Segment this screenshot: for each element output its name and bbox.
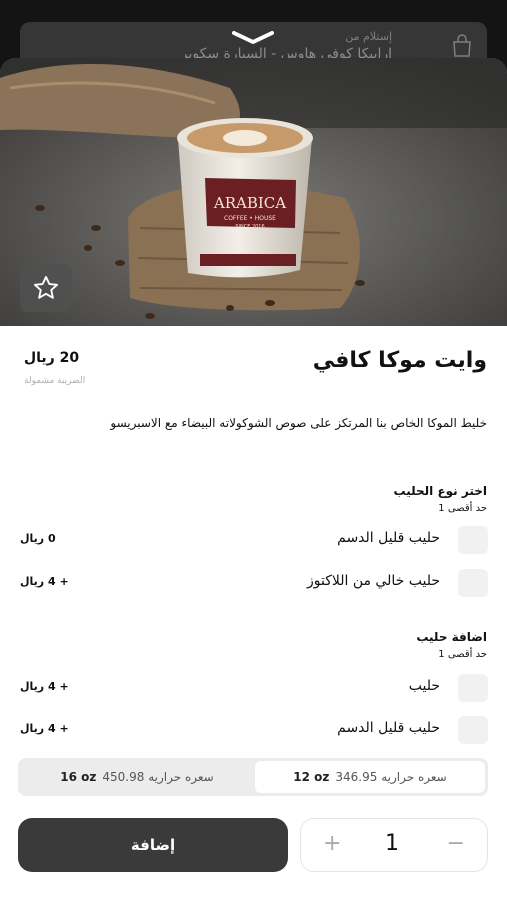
checkbox[interactable] xyxy=(458,716,488,744)
option-price: 0 ريال xyxy=(20,532,56,545)
tax-note: الضريبة مشمولة xyxy=(24,376,86,386)
product-sheet: ARABICA COFFEE • HOUSE SINCE 2016 وايت م… xyxy=(0,58,507,900)
add-milk-title: اضافة حليب xyxy=(416,630,487,644)
milk-type-limit: حد أقصى 1 xyxy=(438,503,487,514)
option-price: + 4 ريال xyxy=(20,680,69,693)
option-label: حليب قليل الدسم xyxy=(337,530,440,546)
checkbox[interactable] xyxy=(458,569,488,597)
option-price: + 4 ريال xyxy=(20,722,69,735)
coffee-photo: ARABICA COFFEE • HOUSE SINCE 2016 xyxy=(0,58,507,326)
minus-button[interactable]: − xyxy=(447,831,465,856)
product-image: ARABICA COFFEE • HOUSE SINCE 2016 xyxy=(0,58,507,326)
pickup-label: إستلام من xyxy=(345,30,392,43)
quantity-value: 1 xyxy=(385,831,399,856)
size-oz: 12 oz xyxy=(293,770,330,784)
option-label: حليب xyxy=(408,678,440,694)
product-description: خليط الموكا الخاص بنا المرتكز على صوص ال… xyxy=(110,416,487,430)
cup-sub-text: COFFEE • HOUSE xyxy=(224,215,276,222)
quantity-stepper: + 1 − xyxy=(300,818,488,872)
size-selector: 12 oz سعره حراريه 346.95 16 oz سعره حرار… xyxy=(18,758,488,796)
size-option-16oz[interactable]: 16 oz سعره حراريه 450.98 xyxy=(21,761,253,793)
add-milk-option-row[interactable]: حليب + 4 ريال xyxy=(20,674,488,704)
add-milk-option-row[interactable]: حليب قليل الدسم + 4 ريال xyxy=(20,716,488,746)
option-price: + 4 ريال xyxy=(20,575,69,588)
product-name: وايت موكا كافي xyxy=(312,348,487,373)
cup-since-text: SINCE 2016 xyxy=(235,224,264,230)
size-option-12oz[interactable]: 12 oz سعره حراريه 346.95 xyxy=(255,761,485,793)
bag-icon xyxy=(453,34,471,57)
favorite-button[interactable] xyxy=(20,264,72,312)
option-label: حليب خالي من اللاكتوز xyxy=(306,573,440,589)
milk-type-title: اختر نوع الحليب xyxy=(393,484,487,498)
product-price: 20 ريال xyxy=(24,350,80,366)
milk-option-row[interactable]: حليب خالي من اللاكتوز + 4 ريال xyxy=(20,569,488,599)
size-calories: سعره حراريه 450.98 xyxy=(102,770,214,784)
milk-option-row[interactable]: حليب قليل الدسم 0 ريال xyxy=(20,526,488,556)
add-milk-limit: حد أقصى 1 xyxy=(438,649,487,660)
size-oz: 16 oz xyxy=(60,770,97,784)
add-to-cart-button[interactable]: إضافة xyxy=(18,818,288,872)
plus-button[interactable]: + xyxy=(323,831,341,856)
checkbox[interactable] xyxy=(458,674,488,702)
option-label: حليب قليل الدسم xyxy=(337,720,440,736)
size-calories: سعره حراريه 346.95 xyxy=(335,770,447,784)
checkbox[interactable] xyxy=(458,526,488,554)
cup-brand-text: ARABICA xyxy=(213,194,286,212)
star-icon xyxy=(33,275,59,299)
chevron-down-icon[interactable] xyxy=(230,30,276,46)
